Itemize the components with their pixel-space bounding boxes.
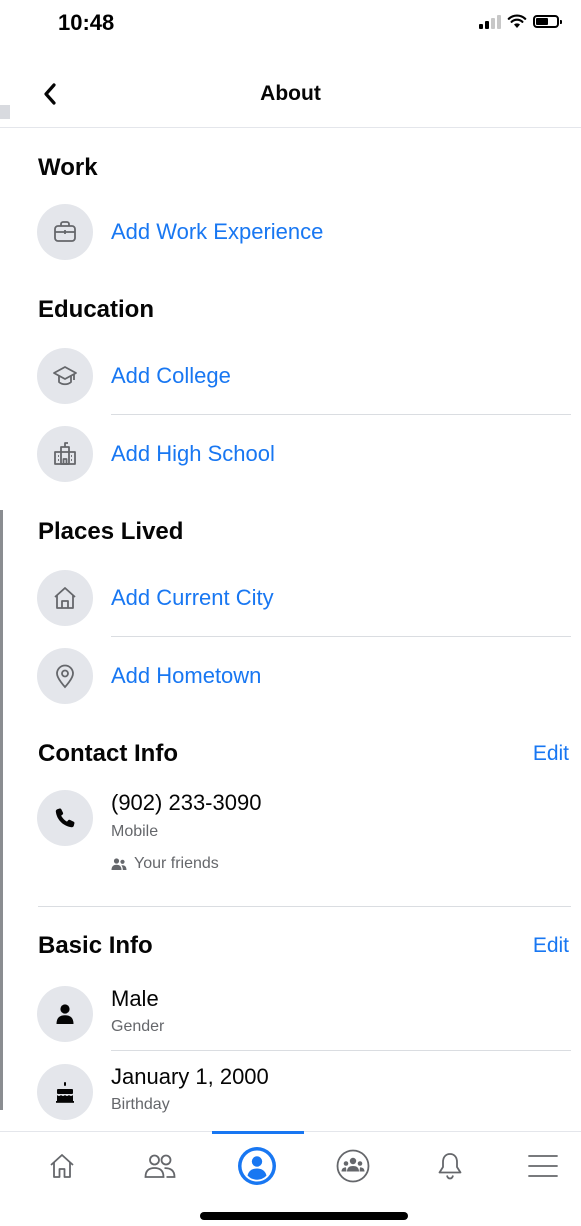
divider xyxy=(111,414,571,415)
friends-audience-icon xyxy=(111,858,127,870)
page-title: About xyxy=(260,82,321,105)
location-pin-icon xyxy=(37,648,93,704)
notifications-icon xyxy=(438,1153,462,1180)
person-icon xyxy=(37,986,93,1042)
menu-icon xyxy=(528,1155,558,1177)
active-tab-indicator xyxy=(212,1131,304,1134)
briefcase-icon xyxy=(37,204,93,260)
phone-audience-label: Your friends xyxy=(134,855,219,872)
house-icon xyxy=(37,570,93,626)
add-work-experience-link[interactable]: Add Work Experience xyxy=(111,219,323,245)
divider xyxy=(38,906,571,907)
bottom-tab-bar xyxy=(0,1131,581,1197)
add-college-link[interactable]: Add College xyxy=(111,363,231,389)
add-hometown-link[interactable]: Add Hometown xyxy=(111,663,261,689)
add-college-row[interactable]: Add College xyxy=(0,346,581,406)
page-header: About xyxy=(0,62,581,128)
section-title-places-lived: Places Lived xyxy=(38,518,184,545)
cellular-signal-icon xyxy=(479,14,501,29)
graduation-cap-icon xyxy=(37,348,93,404)
add-current-city-row[interactable]: Add Current City xyxy=(0,568,581,628)
divider xyxy=(111,1050,571,1051)
phone-row[interactable]: (902) 233-3090 Mobile Your friends xyxy=(0,786,581,886)
about-content[interactable]: Work Add Work Experience Education Add C… xyxy=(0,130,581,1130)
nav-profile-tab[interactable] xyxy=(234,1144,280,1188)
profile-icon xyxy=(238,1147,276,1185)
phone-number: (902) 233-3090 xyxy=(111,790,262,815)
nav-menu-tab[interactable] xyxy=(520,1144,566,1188)
add-high-school-link[interactable]: Add High School xyxy=(111,441,275,467)
add-hometown-row[interactable]: Add Hometown xyxy=(0,646,581,706)
home-icon xyxy=(50,1154,74,1178)
section-title-education: Education xyxy=(38,296,155,323)
section-title-basic-info: Basic Info xyxy=(38,932,153,959)
home-indicator xyxy=(200,1212,408,1220)
contact-info-edit-link[interactable]: Edit xyxy=(533,742,569,766)
nav-friends-tab[interactable] xyxy=(137,1144,183,1188)
battery-icon xyxy=(533,15,562,28)
phone-type-label: Mobile xyxy=(111,823,159,840)
basic-info-edit-link[interactable]: Edit xyxy=(533,934,569,958)
status-bar: 10:48 xyxy=(0,0,581,50)
wifi-icon xyxy=(507,14,527,28)
friends-icon xyxy=(144,1154,176,1178)
add-work-experience-row[interactable]: Add Work Experience xyxy=(0,202,581,262)
school-building-icon xyxy=(37,426,93,482)
add-current-city-link[interactable]: Add Current City xyxy=(111,585,274,611)
nav-notifications-tab[interactable] xyxy=(427,1144,473,1188)
groups-icon xyxy=(336,1149,370,1183)
gender-label: Gender xyxy=(111,1018,165,1035)
add-high-school-row[interactable]: Add High School xyxy=(0,424,581,484)
gender-value: Male xyxy=(111,986,159,1011)
gender-row[interactable]: Male Gender xyxy=(0,982,581,1048)
birthday-row[interactable]: January 1, 2000 Birthday xyxy=(0,1060,581,1130)
nav-home-tab[interactable] xyxy=(39,1144,85,1188)
section-title-work: Work xyxy=(38,154,98,181)
status-time: 10:48 xyxy=(58,10,115,35)
section-title-contact-info: Contact Info xyxy=(38,740,178,767)
birthday-label: Birthday xyxy=(111,1096,170,1113)
phone-icon xyxy=(37,790,93,846)
nav-groups-tab[interactable] xyxy=(330,1144,376,1188)
status-icons xyxy=(479,14,562,29)
phone-audience[interactable]: Your friends xyxy=(111,855,219,873)
birthday-value: January 1, 2000 xyxy=(111,1064,269,1089)
divider xyxy=(111,636,571,637)
cake-icon xyxy=(37,1064,93,1120)
